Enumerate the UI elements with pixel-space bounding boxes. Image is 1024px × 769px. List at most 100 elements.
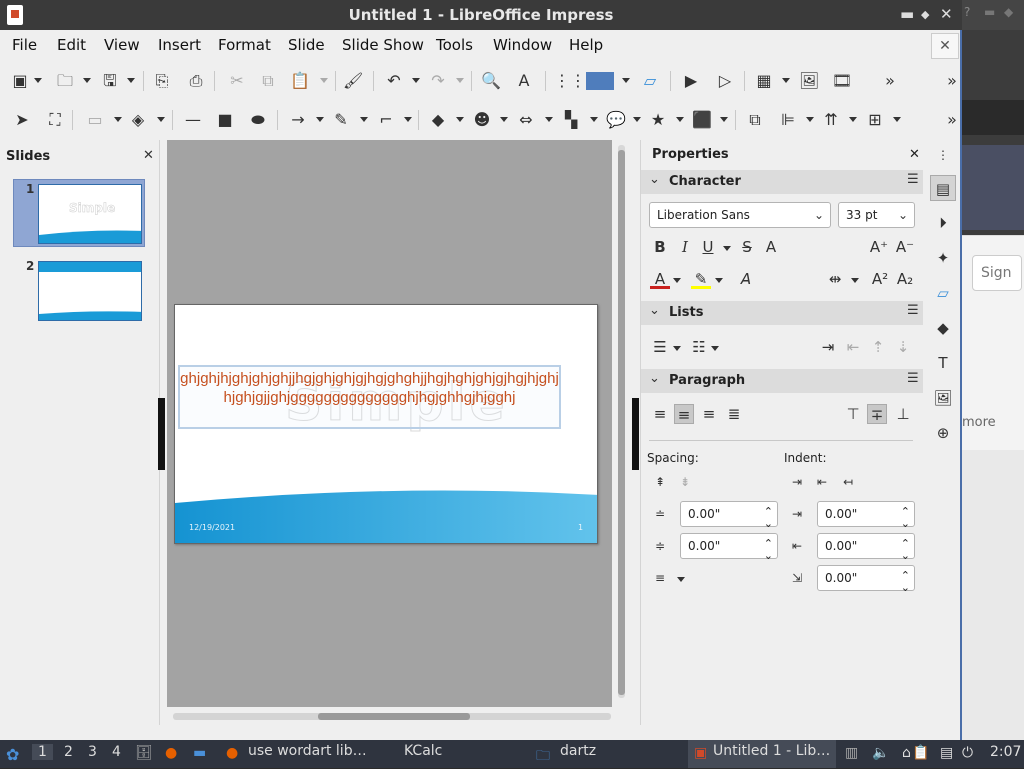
ordered-list-icon[interactable]: ☷ [689,337,709,357]
minimize-icon[interactable]: ▬ [984,5,995,19]
task-impress[interactable]: Untitled 1 - Lib… [713,743,830,759]
character-section-header[interactable]: ⌄ Character ☰ [641,170,923,194]
strikethrough-icon[interactable]: S [737,237,757,257]
justify-icon[interactable]: ≣ [724,404,744,424]
menu-icon[interactable]: ☰ [907,303,919,318]
connector-icon[interactable]: ⌐ [376,110,396,130]
master-slides-tab-icon[interactable]: ▱ [930,280,956,306]
increase-spacing-icon[interactable]: ⇞ [650,472,670,492]
image-tab-icon[interactable]: 🖼 [930,385,956,411]
align-left-icon[interactable]: ≡ [650,404,670,424]
notes-icon[interactable]: ▤ [940,745,953,761]
chevron-down-icon[interactable] [633,117,641,122]
display-views-icon[interactable] [586,72,614,90]
minimize-button[interactable]: ▬ [900,5,914,23]
line-icon[interactable]: — [183,110,203,130]
chevron-down-icon[interactable] [711,346,719,351]
menu-file[interactable]: File [12,36,37,54]
slide-thumb-1[interactable]: Simple [38,184,142,244]
open-folder-icon[interactable]: 🗀 [55,71,75,91]
vertical-scrollbar[interactable] [618,145,625,698]
menu-slide[interactable]: Slide [288,36,325,54]
above-paragraph-spacing-input[interactable]: 0.00" ⌃ ⌄ [680,501,778,530]
chevron-down-icon[interactable] [320,78,328,83]
align-right-icon[interactable]: ≡ [699,404,719,424]
menu-tools[interactable]: Tools [436,36,473,54]
media-icon[interactable]: 🎞 [832,71,852,91]
chevron-down-icon[interactable] [622,78,630,83]
chevron-down-icon[interactable] [404,117,412,122]
chevron-down-icon[interactable] [316,117,324,122]
navigator-tab-icon[interactable]: ⊕ [930,420,956,446]
3d-objects-icon[interactable]: ⬛ [692,110,712,130]
copy-icon[interactable]: ⧉ [258,71,278,91]
find-replace-icon[interactable]: 🔍 [481,71,501,91]
chevron-down-icon[interactable] [673,346,681,351]
decrease-indent-icon[interactable]: ⇤ [812,472,832,492]
network-icon[interactable]: ⌂ [902,745,911,761]
horizontal-scrollbar[interactable] [173,713,611,720]
chevron-down-icon[interactable] [456,78,464,83]
sidebar-menu-icon[interactable]: ⋮ [930,142,956,168]
symbol-shapes-icon[interactable]: ☻ [472,110,492,130]
chevron-down-icon[interactable] [127,78,135,83]
transformations-icon[interactable]: ⧉ [745,110,765,130]
promote-icon[interactable]: ⇤ [843,337,863,357]
align-objects-icon[interactable]: ⊫ [778,110,798,130]
curve-icon[interactable]: ✎ [331,110,351,130]
new-slide-icon[interactable]: ▣ [10,71,30,91]
chevron-down-icon[interactable] [114,117,122,122]
callouts-icon[interactable]: 💬 [606,110,626,130]
ellipse-icon[interactable]: ⬬ [248,110,268,130]
scrollbar-thumb[interactable] [618,150,625,695]
zoom-pan-icon[interactable]: ⛶ [45,110,65,130]
font-color-icon[interactable]: A [650,269,670,289]
move-down-icon[interactable]: ⇣ [893,337,913,357]
start-from-current-icon[interactable]: ▷ [715,71,735,91]
align-middle-icon[interactable]: ∓ [867,404,887,424]
spin-down-icon[interactable]: ⌄ [764,544,773,568]
rectangle-icon[interactable]: ■ [215,110,235,130]
menu-view[interactable]: View [104,36,140,54]
file-manager-icon[interactable]: 🗄 [135,745,153,761]
firefox-icon[interactable]: ● [165,745,177,761]
subscript-icon[interactable]: A₂ [895,269,915,289]
clone-formatting-icon[interactable]: 🖌 [343,71,363,91]
flowchart-icon[interactable]: ▚ [561,110,581,130]
undo-icon[interactable]: ↶ [384,71,404,91]
close-document-button[interactable]: ✕ [931,33,959,59]
redo-icon[interactable]: ↷ [428,71,448,91]
chevron-down-icon[interactable] [157,117,165,122]
chevron-down-icon[interactable] [34,78,42,83]
italic-icon[interactable]: I [675,237,695,257]
chevron-down-icon[interactable] [412,78,420,83]
image-icon[interactable]: 🖼 [799,71,819,91]
align-top-icon[interactable]: ⊤ [843,404,863,424]
slide-transition-tab-icon[interactable]: ⏵ [930,210,956,236]
styles-tab-icon[interactable]: ◆ [930,315,956,341]
chevron-down-icon[interactable] [723,246,731,251]
increase-indent-icon[interactable]: ⇥ [787,472,807,492]
underline-icon[interactable]: U [698,237,718,257]
paragraph-section-header[interactable]: ⌄ Paragraph ☰ [641,369,923,393]
chevron-down-icon[interactable] [851,278,859,283]
task-kcalc[interactable]: KCalc [404,743,442,759]
scrollbar-thumb[interactable] [318,713,470,720]
chevron-down-icon[interactable] [782,78,790,83]
paste-icon[interactable]: 📋 [290,71,310,91]
increase-font-icon[interactable]: A⁺ [869,237,889,257]
more-options-icon[interactable]: » [942,71,962,91]
chevron-down-icon[interactable] [545,117,553,122]
workspace-2[interactable]: 2 [64,744,73,760]
chevron-down-icon[interactable] [715,278,723,283]
menu-edit[interactable]: Edit [57,36,86,54]
menu-icon[interactable]: ☰ [907,371,919,386]
cut-icon[interactable]: ✂ [227,71,247,91]
line-spacing-icon[interactable]: ≡ [650,568,670,588]
clipboard-icon[interactable]: 📋 [912,745,929,761]
chevron-down-icon[interactable] [83,78,91,83]
close-properties-button[interactable]: ✕ [909,147,920,162]
move-up-icon[interactable]: ⇡ [868,337,888,357]
font-size-combo[interactable]: 33 pt ⌄ [838,202,915,228]
menu-icon[interactable]: ☰ [907,172,919,187]
